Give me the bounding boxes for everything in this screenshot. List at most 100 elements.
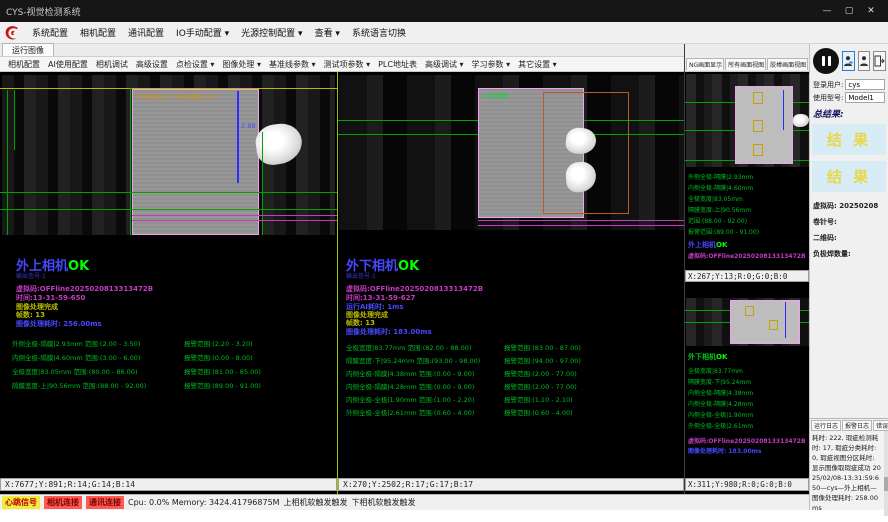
log-tabs: 运行日志报警日志错误日志 — [810, 419, 888, 431]
overlay-line — [132, 215, 337, 216]
thumb-measure-list: 外侧全极-隔膜|2.93mm内侧全极-隔膜|4.60mm全极宽度|83.05mm… — [688, 172, 808, 238]
operator-login-button[interactable] — [842, 51, 855, 71]
measurement-row: 全极宽度|83.77mm 范围:(82.00 - 88.00) 报警范围:(83… — [346, 342, 682, 355]
overlay-line — [0, 192, 337, 193]
menu-item[interactable]: 系统语言切换 — [346, 24, 412, 41]
measurement-row: 内侧全极-隔膜|4.28mm 范围:(0.00 - 9.00) 报警范围:(2.… — [346, 381, 682, 394]
menu-item[interactable]: 通讯配置 — [122, 24, 170, 41]
roi-rect — [730, 300, 800, 344]
menu-item[interactable]: 光源控制配置 ▾ — [235, 24, 308, 41]
menu-item[interactable]: 系统配置 — [26, 24, 74, 41]
exit-door-icon — [874, 55, 885, 67]
toolbar-item[interactable]: 其它设置 ▾ — [514, 59, 561, 70]
user-switch-button[interactable] — [858, 51, 871, 71]
menu-item[interactable]: 查看 ▾ — [309, 24, 346, 41]
mark-rect — [745, 306, 754, 316]
log-text: 耗时: 222, 瑕疵检测耗时: 17, 瑕疵分类耗时: 0, 瑕疵视图分区耗时… — [810, 431, 884, 516]
alarm-range: 报警范围:(0.00 - 8.00) — [184, 352, 253, 362]
measurement-value: 隔膜宽度-下|95.24mm 范围:(93.00 - 98.00) — [346, 355, 504, 365]
measurement-list: 全极宽度|83.77mm 范围:(82.00 - 88.00) 报警范围:(83… — [346, 342, 682, 420]
mark-rect — [769, 320, 778, 330]
measurement-value: 内侧全极-全极|1.90mm 范围:(1.00 - 2.20) — [346, 394, 504, 404]
toolbar-item[interactable]: AI使用配置 — [44, 59, 92, 70]
thumb-measure-line: 全极宽度|83.05mm — [688, 194, 808, 205]
camera-ok-status: OK — [716, 241, 727, 249]
user-icon — [859, 55, 869, 67]
result-box-1: 结 果 — [812, 124, 886, 155]
menu-bar: 系统配置相机配置通讯配置IO手动配置 ▾光源控制配置 ▾查看 ▾系统语言切换 — [0, 22, 888, 44]
measurement-row: 隔膜宽度-下|95.24mm 范围:(93.00 - 98.00) 报警范围:(… — [346, 355, 682, 368]
log-body: 耗时: 222, 瑕疵检测耗时: 17, 瑕疵分类耗时: 0, 瑕疵视图分区耗时… — [810, 431, 888, 516]
tab-run-image[interactable]: 运行图像 — [2, 43, 54, 56]
toolbar-item[interactable]: 图像处理 ▾ — [218, 59, 265, 70]
thumb-measure-line: 全极宽度|83.77mm — [688, 366, 808, 377]
measurement-row: 内侧全极-隔膜|4.60mm 范围:(3.00 - 6.00) 报警范围:(0.… — [12, 352, 334, 366]
toolbar-item[interactable]: 学习参数 ▾ — [468, 59, 515, 70]
overlay-line — [783, 90, 784, 130]
log-tab[interactable]: 错误日志 — [873, 420, 888, 431]
thumb-measure-line: 外侧全极-全极|2.61mm — [688, 421, 808, 432]
alarm-range: 报警范围:(81.00 - 85.00) — [184, 366, 261, 376]
comm-connect-badge: 通讯连接 — [86, 496, 124, 509]
camera-ok-status: OK — [716, 353, 727, 361]
close-button[interactable]: ✕ — [860, 6, 882, 16]
thumbnail-2[interactable]: 外下相机OK 全极宽度|83.77mm隔膜宽度-下|95.24mm内侧全极-隔膜… — [685, 282, 809, 478]
overlay-line — [478, 220, 684, 221]
roi-rect — [132, 89, 259, 235]
toolbar-item[interactable]: PLC地址表 — [374, 59, 421, 70]
upper-camera-trigger: 上相机软触发触发 — [284, 497, 348, 508]
toolbar-item[interactable]: 基准线参数 ▾ — [265, 59, 320, 70]
mark-rect — [753, 144, 763, 156]
model-label: 使用型号: — [813, 93, 843, 103]
measurement-value: 外侧全极-隔膜|2.93mm 范围:(2.00 - 3.50) — [12, 338, 184, 348]
toolbar-item[interactable]: 测试项参数 ▾ — [320, 59, 375, 70]
measurement-row: 外侧全极-全极|2.61mm 范围:(0.60 - 4.00) 报警范围:(0.… — [346, 407, 682, 420]
elapsed-line: 图像处理耗时: 256.00ms — [16, 319, 102, 329]
toolbar-item[interactable]: 相机调试 — [92, 59, 132, 70]
minimize-button[interactable]: — — [816, 6, 838, 16]
measurement-value: 内侧全极-隔膜|4.60mm 范围:(3.00 - 6.00) — [12, 352, 184, 362]
toolbar-item[interactable]: 相机配置 — [4, 59, 44, 70]
camera-canvas-mid[interactable]: AI检测框 外下相机OK 输出信号:1 虚拟码:OFFlin — [338, 72, 684, 478]
camera-canvas-left[interactable]: 平均阈值:93, 动态阈值:100 2.88 外上相机OK — [0, 72, 337, 478]
app-logo-icon — [3, 24, 21, 42]
log-tab[interactable]: 报警日志 — [842, 420, 872, 431]
status-bar: 心跳信号 相机连接 通讯连接 Cpu: 0.0% Memory: 3424.41… — [0, 494, 809, 510]
total-result-label: 总结果: — [813, 107, 885, 120]
threshold-label: 平均阈值:93, 动态阈值:100 — [136, 91, 217, 101]
body: 运行图像 相机配置AI使用配置相机调试高级设置点检设置 ▾图像处理 ▾基准线参数… — [0, 44, 888, 510]
log-tab[interactable]: 运行日志 — [811, 420, 841, 431]
thumbnail-1[interactable]: 外侧全极-隔膜|2.93mm内侧全极-隔膜|4.60mm全极宽度|83.05mm… — [685, 72, 809, 270]
menu-items: 系统配置相机配置通讯配置IO手动配置 ▾光源控制配置 ▾查看 ▾系统语言切换 — [26, 24, 412, 41]
scrollbar-thumb[interactable] — [884, 477, 888, 491]
menu-item[interactable]: 相机配置 — [74, 24, 122, 41]
camera-views: 平均阈值:93, 动态阈值:100 2.88 外上相机OK — [0, 72, 684, 494]
thumbnail-tab[interactable]: 胶棒画面视图 — [767, 58, 808, 70]
toolbar-item[interactable]: 高级调试 ▾ — [421, 59, 468, 70]
overlay-line — [785, 302, 786, 338]
model-field[interactable] — [845, 92, 885, 103]
camera-ok-status: OK — [398, 259, 419, 274]
menu-item[interactable]: IO手动配置 ▾ — [170, 24, 235, 41]
thumbnail-tab[interactable]: NG画面显示 — [686, 58, 724, 70]
app-window: CYS-视觉检测系统 — ▢ ✕ 系统配置相机配置通讯配置IO手动配置 ▾光源控… — [0, 0, 888, 510]
camera-name: 外下相机 — [688, 353, 716, 361]
toolbar-item[interactable]: 点检设置 ▾ — [172, 59, 219, 70]
pause-button[interactable] — [813, 48, 839, 74]
overlay-line — [130, 88, 131, 235]
mark-rect — [753, 120, 763, 132]
overlay-line — [237, 91, 239, 183]
thumbnail-tab[interactable]: 所有画面视图 — [725, 58, 766, 70]
measurement-row: 外侧全极-隔膜|2.93mm 范围:(2.00 - 3.50) 报警范围:(2.… — [12, 338, 334, 352]
window-title: CYS-视觉检测系统 — [6, 5, 816, 18]
exit-button[interactable] — [873, 51, 886, 71]
thumb-meta-line: 虚拟码:OFFline2025020813313472B — [688, 251, 808, 260]
maximize-button[interactable]: ▢ — [838, 6, 860, 16]
virtual-code-label: 虚拟码: 20250208 — [813, 201, 885, 211]
thumb-measure-line: 内侧全极-隔膜|4.38mm — [688, 388, 808, 399]
camera-views-column: 运行图像 相机配置AI使用配置相机调试高级设置点检设置 ▾图像处理 ▾基准线参数… — [0, 44, 684, 494]
thumb-measure-list: 全极宽度|83.77mm隔膜宽度-下|95.24mm内侧全极-隔膜|4.38mm… — [688, 366, 808, 432]
login-user-field[interactable] — [845, 79, 885, 90]
log-scrollbar[interactable] — [884, 431, 888, 516]
toolbar-item[interactable]: 高级设置 — [132, 59, 172, 70]
